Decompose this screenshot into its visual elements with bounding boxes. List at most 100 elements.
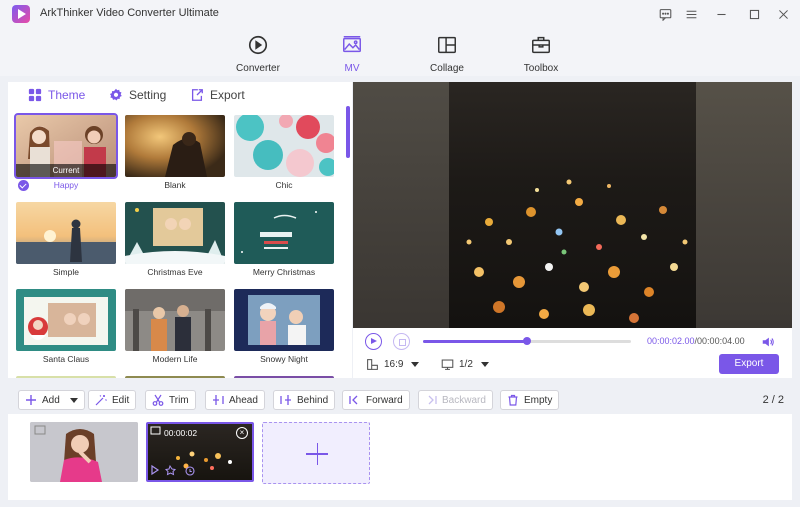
tab-theme-label: Theme <box>48 88 86 102</box>
behind-label: Behind <box>297 394 329 406</box>
theme-item-partial[interactable] <box>125 376 225 378</box>
volume-icon[interactable] <box>761 335 775 349</box>
timeline-clip[interactable] <box>30 422 138 482</box>
trim-button[interactable]: Trim <box>145 390 196 410</box>
ahead-button[interactable]: Ahead <box>205 390 265 410</box>
timeline-clip-selected[interactable]: 00:00:02 × <box>146 422 254 482</box>
theme-name: Chic <box>275 180 293 190</box>
theme-thumbnail <box>16 289 116 351</box>
chevron-down-icon <box>69 397 78 403</box>
theme-name: Merry Christmas <box>252 267 316 277</box>
theme-thumbnail <box>125 115 225 177</box>
minimize-icon[interactable] <box>710 4 732 24</box>
theme-item-chic[interactable]: Chic <box>234 115 334 195</box>
theme-item-happy[interactable]: Current Happy <box>14 113 118 195</box>
page-total: 2 <box>777 394 784 406</box>
theme-item-santa-claus[interactable]: Santa Claus <box>16 289 116 369</box>
theme-name: Happy <box>53 180 79 190</box>
scissors-icon <box>152 394 164 406</box>
theme-thumbnail <box>125 376 225 378</box>
collage-icon <box>438 36 456 54</box>
ahead-label: Ahead <box>229 394 258 406</box>
maximize-icon[interactable] <box>743 4 765 24</box>
progress-knob[interactable] <box>523 337 531 345</box>
time-display: 00:00:02.00/00:00:04.00 <box>647 336 745 346</box>
forward-icon <box>349 395 358 405</box>
theme-item-christmas-eve[interactable]: Christmas Eve <box>125 202 225 282</box>
theme-name: Santa Claus <box>42 354 90 364</box>
theme-item-blank[interactable]: Blank <box>125 115 225 195</box>
stop-button[interactable] <box>393 333 410 350</box>
theme-item-snowy-night[interactable]: Snowy Night <box>234 289 334 369</box>
toolbox-icon <box>532 36 550 54</box>
theme-thumbnail <box>125 202 225 264</box>
theme-item-merry-christmas[interactable]: Merry Christmas <box>234 202 334 282</box>
empty-button[interactable]: Empty <box>500 390 560 410</box>
screen-size-select[interactable]: 1/2 <box>441 358 489 371</box>
aspect-ratio-select[interactable]: 16:9 <box>366 358 420 371</box>
edit-label: Edit <box>112 394 130 406</box>
main-nav: Converter MV Collage Toolbox <box>0 28 800 76</box>
theme-name: Blank <box>164 180 186 190</box>
forward-button[interactable]: Forward <box>342 390 410 410</box>
menu-icon[interactable] <box>680 4 702 24</box>
video-preview <box>353 82 792 328</box>
tab-setting[interactable]: Setting <box>109 88 166 102</box>
theme-thumbnail <box>16 202 116 264</box>
app-title: ArkThinker Video Converter Ultimate <box>40 7 219 19</box>
tab-export-label: Export <box>210 88 245 102</box>
page-indicator: 2 / 2 <box>763 394 784 406</box>
backward-button[interactable]: Backward <box>418 390 493 410</box>
trash-icon <box>508 394 518 406</box>
nav-collage[interactable]: Collage <box>407 32 487 74</box>
trim-label: Trim <box>169 394 189 406</box>
nav-toolbox[interactable]: Toolbox <box>501 32 581 74</box>
feedback-icon[interactable] <box>654 4 676 24</box>
close-icon[interactable]: × <box>236 427 248 439</box>
theme-thumbnail <box>16 376 116 378</box>
theme-item-modern-life[interactable]: Modern Life <box>125 289 225 369</box>
clip-timeline: 00:00:02 × <box>8 414 792 500</box>
tab-theme[interactable]: Theme <box>28 88 85 102</box>
preview-frame <box>449 82 696 328</box>
nav-toolbox-label: Toolbox <box>523 63 559 74</box>
behind-button[interactable]: Behind <box>273 390 336 410</box>
total-time: /00:00:04.00 <box>694 336 745 346</box>
mv-icon <box>343 36 361 53</box>
title-bar: ArkThinker Video Converter Ultimate <box>0 0 800 28</box>
theme-item-partial[interactable] <box>16 376 116 378</box>
theme-item-partial[interactable] <box>234 376 334 378</box>
progress-fill <box>423 340 527 343</box>
close-icon[interactable] <box>772 4 794 24</box>
nav-converter[interactable]: Converter <box>218 32 298 74</box>
progress-slider[interactable] <box>423 337 631 345</box>
theme-scrollbar[interactable] <box>346 106 350 158</box>
add-button[interactable]: Add <box>18 390 85 410</box>
theme-name: Simple <box>53 267 79 277</box>
theme-name: Christmas Eve <box>147 267 203 277</box>
chevron-down-icon <box>480 362 489 367</box>
nav-mv[interactable]: MV <box>312 32 392 74</box>
theme-item-simple[interactable]: Simple <box>16 202 116 282</box>
timeline-toolbar: Add Edit Trim Ahead Behind Forward Backw… <box>8 386 792 414</box>
theme-thumbnail <box>234 115 334 177</box>
tab-export[interactable]: Export <box>190 88 245 102</box>
tab-setting-label: Setting <box>129 88 167 102</box>
theme-name: Modern Life <box>152 354 198 364</box>
edit-button[interactable]: Edit <box>88 390 137 410</box>
export-button[interactable]: Export <box>719 354 779 374</box>
nav-collage-label: Collage <box>430 63 464 74</box>
panel-tabs: Theme Setting Export <box>8 82 352 110</box>
insert-behind-icon <box>280 395 291 405</box>
current-theme-label: Current <box>16 164 116 177</box>
backward-label: Backward <box>442 394 486 406</box>
player-controls: 00:00:02.00/00:00:04.00 16:9 1/2 Export <box>353 328 792 378</box>
magic-wand-icon <box>95 395 107 406</box>
converter-icon <box>248 35 268 55</box>
play-button[interactable] <box>365 333 382 350</box>
monitor-icon <box>441 359 454 370</box>
aspect-ratio-value: 16:9 <box>384 359 404 370</box>
chevron-down-icon <box>411 362 420 367</box>
empty-label: Empty <box>524 394 553 406</box>
add-clip-button[interactable] <box>262 422 370 484</box>
